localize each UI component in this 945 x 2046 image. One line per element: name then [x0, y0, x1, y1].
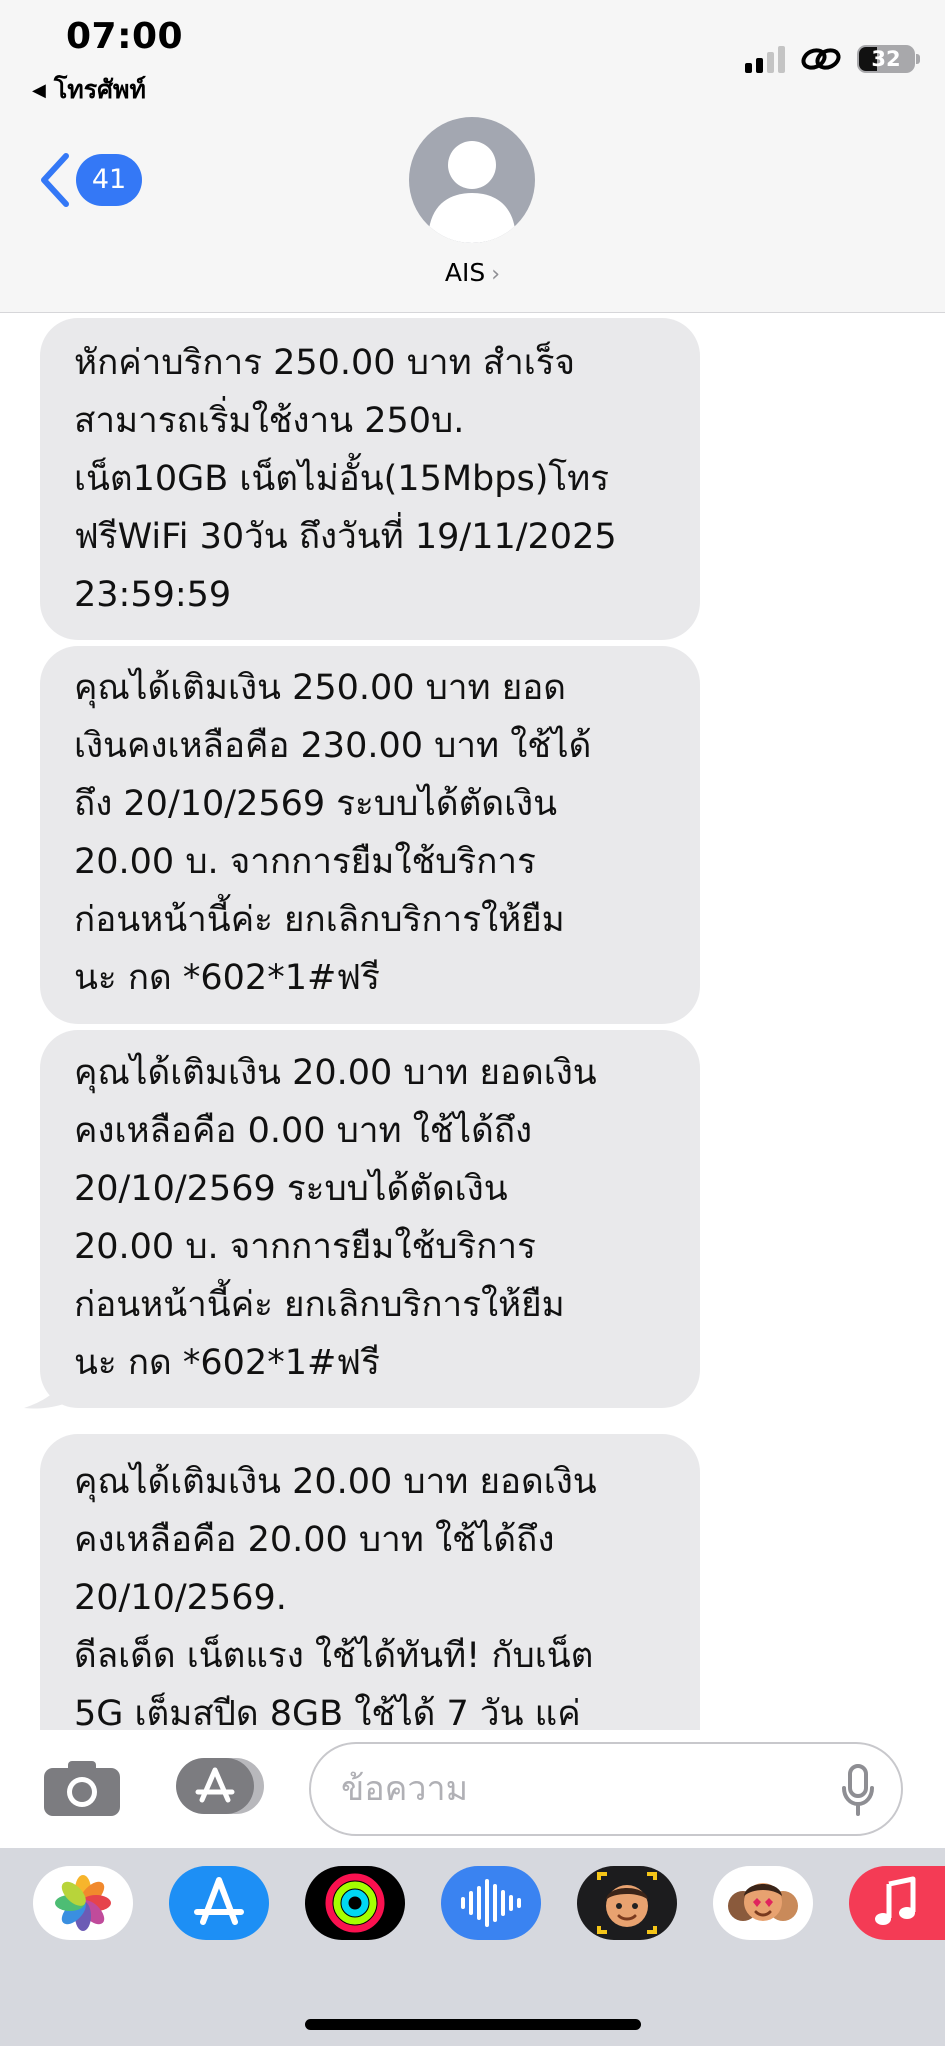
chevron-right-icon: ›: [491, 262, 501, 287]
messages-screen: หักค่าบริการ 250.00 บาท สำเร็จ สามารถเริ…: [0, 0, 945, 2046]
app-store-apps-icon[interactable]: [174, 1756, 266, 1818]
status-indicators: 32: [745, 42, 920, 76]
imessage-app-drawer: [0, 1848, 945, 2046]
memoji-icon[interactable]: [577, 1866, 677, 1940]
battery-icon: 32: [857, 45, 920, 73]
message-input-field[interactable]: [309, 1742, 903, 1836]
composer-bar: [0, 1730, 945, 1848]
unread-count-badge: 41: [76, 154, 142, 206]
memoji-stickers-icon[interactable]: [713, 1866, 813, 1940]
message-bubble[interactable]: คุณได้เติมเงิน 20.00 บาท ยอดเงิน คงเหลือ…: [40, 1434, 700, 1774]
fitness-icon[interactable]: [305, 1866, 405, 1940]
app-store-icon[interactable]: [169, 1866, 269, 1940]
back-button[interactable]: 41: [38, 152, 142, 208]
back-to-app-link[interactable]: ◀ โทรศัพท์: [32, 70, 146, 110]
cellular-signal-icon: [745, 45, 785, 73]
contact-avatar[interactable]: [409, 117, 535, 243]
message-input[interactable]: [341, 1744, 801, 1834]
photos-icon[interactable]: [33, 1866, 133, 1940]
person-silhouette-icon: [429, 141, 515, 243]
message-bubble[interactable]: คุณได้เติมเงิน 20.00 บาท ยอดเงิน คงเหลือ…: [40, 1030, 700, 1408]
status-time: 07:00: [66, 16, 184, 57]
home-indicator[interactable]: [305, 2019, 641, 2030]
audio-message-icon[interactable]: [441, 1866, 541, 1940]
message-bubble[interactable]: หักค่าบริการ 250.00 บาท สำเร็จ สามารถเริ…: [40, 318, 700, 640]
chevron-left-icon: [41, 153, 69, 207]
bubble-tail-icon: [24, 1354, 80, 1409]
microphone-icon[interactable]: [841, 1764, 875, 1816]
back-triangle-icon: ◀: [32, 80, 46, 101]
music-icon[interactable]: [849, 1866, 945, 1940]
contact-name-button[interactable]: AIS ›: [0, 258, 945, 287]
message-bubble[interactable]: คุณได้เติมเงิน 250.00 บาท ยอด เงินคงเหลื…: [40, 646, 700, 1024]
back-app-label: โทรศัพท์: [53, 75, 147, 104]
personal-hotspot-icon: [801, 48, 841, 70]
contact-name: AIS: [444, 258, 486, 287]
conversation-header: 07:00 ◀ โทรศัพท์ 32 41 AIS ›: [0, 0, 945, 313]
battery-level: 32: [871, 47, 901, 71]
camera-icon[interactable]: [42, 1758, 122, 1818]
